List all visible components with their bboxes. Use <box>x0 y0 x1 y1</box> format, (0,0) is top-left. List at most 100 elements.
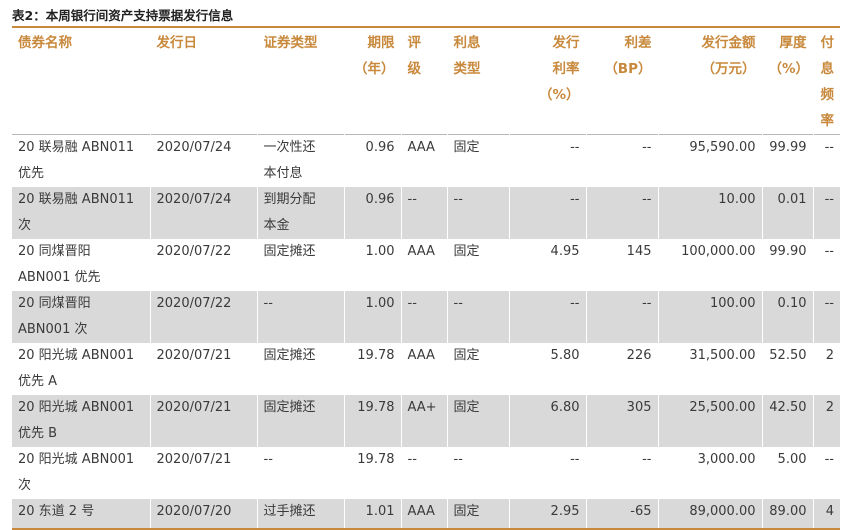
name-line: 优先 B <box>18 426 58 441</box>
cell-thickness: 0.01 <box>762 187 814 239</box>
cell-date: 2020/07/20 <box>150 499 258 530</box>
cell-term: 0.96 <box>344 187 402 239</box>
cell-rating: AAA <box>401 239 448 291</box>
cell-term: 19.78 <box>344 343 402 395</box>
header-line: （%） <box>538 87 580 103</box>
header-line: 级 <box>407 61 422 77</box>
header-row: 债券名称 发行日 证券类型 期限 （年） 评 级 利息 类型 发行 利率 （%）… <box>12 29 840 135</box>
header-line: 评 <box>407 35 422 51</box>
cell-interest-type: 固定 <box>447 239 510 291</box>
name-line: 次 <box>18 218 32 233</box>
header-line: 频率 <box>820 87 835 129</box>
cell-rating: AAA <box>401 134 448 187</box>
cell-security-type: 过手摊还 <box>257 499 345 530</box>
col-header-security-type: 证券类型 <box>257 29 345 135</box>
cell-term: 19.78 <box>344 447 402 499</box>
col-header-rating: 评 级 <box>401 29 448 135</box>
cell-amount: 95,590.00 <box>658 134 763 187</box>
type-line: 过手摊还 <box>263 504 316 519</box>
col-header-spread: 利差 （BP） <box>586 29 659 135</box>
header-line: 发行 <box>552 35 580 51</box>
cell-security-type: -- <box>257 447 345 499</box>
name-line: 优先 A <box>18 374 58 389</box>
cell-name: 20 东道 2 号 <box>12 499 151 530</box>
col-header-rate: 发行 利率 （%） <box>509 29 587 135</box>
name-line: 次 <box>18 478 32 493</box>
cell-interest-type: 固定 <box>447 343 510 395</box>
cell-security-type: 固定摊还 <box>257 343 345 395</box>
cell-thickness: 99.99 <box>762 134 814 187</box>
cell-date: 2020/07/22 <box>150 239 258 291</box>
cell-interest-type: 固定 <box>447 134 510 187</box>
cell-term: 19.78 <box>344 395 402 447</box>
cell-amount: 10.00 <box>658 187 763 239</box>
cell-term: 1.00 <box>344 291 402 343</box>
header-line: 证券类型 <box>263 35 318 51</box>
header-line: （万元） <box>701 61 756 77</box>
type-line: -- <box>263 452 273 467</box>
cell-spread: 145 <box>586 239 659 291</box>
cell-rate: -- <box>509 187 587 239</box>
cell-frequency: -- <box>824 452 834 467</box>
name-line: 20 联易融 ABN011 <box>18 140 135 155</box>
cell-interest-type: -- <box>447 447 510 499</box>
cell-amount: 3,000.00 <box>658 447 763 499</box>
cell-rate: 6.80 <box>509 395 587 447</box>
cell-security-type: 固定摊还 <box>257 395 345 447</box>
cell-spread: -- <box>586 447 659 499</box>
table-row: 20 阳光城 ABN001 次 2020/07/21 -- 19.78 -- --… <box>12 447 840 499</box>
cell-date: 2020/07/21 <box>150 447 258 499</box>
cell-date: 2020/07/21 <box>150 395 258 447</box>
title-rule <box>12 26 840 28</box>
cell-rate: 2.95 <box>509 499 587 530</box>
type-line: 固定摊还 <box>263 348 316 363</box>
cell-rating: AA+ <box>401 395 448 447</box>
col-header-thickness: 厚度 （%） <box>762 29 814 135</box>
cell-frequency: -- <box>824 140 834 155</box>
table-row: 20 东道 2 号 2020/07/20 过手摊还 1.01 AAA 固定 2.… <box>12 499 840 530</box>
cell-rate: -- <box>509 291 587 343</box>
cell-rating: AAA <box>401 343 448 395</box>
type-line: -- <box>263 296 273 311</box>
cell-amount: 100.00 <box>658 291 763 343</box>
cell-frequency: -- <box>813 187 840 239</box>
name-line: 20 东道 2 号 <box>18 504 95 519</box>
cell-date: 2020/07/22 <box>150 291 258 343</box>
table-row: 20 阳光城 ABN001 优先 A 2020/07/21 固定摊还 19.78 … <box>12 343 840 395</box>
cell-thickness: 5.00 <box>762 447 814 499</box>
cell-thickness: 0.10 <box>762 291 814 343</box>
cell-amount: 89,000.00 <box>658 499 763 530</box>
cell-thickness: 89.00 <box>762 499 814 530</box>
cell-rating: AAA <box>401 499 448 530</box>
cell-frequency: -- <box>824 244 834 259</box>
header-line: （BP） <box>604 61 652 77</box>
type-line: 固定摊还 <box>263 244 316 259</box>
cell-rating: -- <box>401 291 448 343</box>
cell-term: 1.00 <box>344 239 402 291</box>
name-line: 20 联易融 ABN011 <box>18 192 135 207</box>
cell-thickness: 52.50 <box>762 343 814 395</box>
cell-spread: -- <box>586 134 659 187</box>
table-row: 20 联易融 ABN011 优先 2020/07/24 一次性还 本付息 0.96 … <box>12 134 840 187</box>
cell-date: 2020/07/21 <box>150 343 258 395</box>
header-line: 期限 <box>367 35 395 51</box>
cell-name: 20 同煤晋阳 ABN001 优先 <box>12 239 151 291</box>
header-line: 利率 <box>552 61 580 77</box>
cell-rate: 5.80 <box>509 343 587 395</box>
abn-issuance-table: 债券名称 发行日 证券类型 期限 （年） 评 级 利息 类型 发行 利率 （%）… <box>12 29 840 530</box>
cell-interest-type: -- <box>447 187 510 239</box>
cell-spread: 305 <box>586 395 659 447</box>
cell-spread: 226 <box>586 343 659 395</box>
type-line: 本付息 <box>263 166 303 181</box>
name-line: ABN001 优先 <box>18 270 101 285</box>
cell-rating: -- <box>401 187 448 239</box>
header-line: 利息 <box>453 35 481 51</box>
type-line: 固定摊还 <box>263 400 316 415</box>
cell-amount: 25,500.00 <box>658 395 763 447</box>
cell-spread: -- <box>586 187 659 239</box>
table-row: 20 同煤晋阳 ABN001 次 2020/07/22 -- 1.00 -- --… <box>12 291 840 343</box>
col-header-frequency: 付息 频率 <box>813 29 840 135</box>
header-line: （%） <box>768 61 810 77</box>
header-line: 债券名称 <box>18 35 72 51</box>
cell-security-type: 到期分配 本金 <box>257 187 345 239</box>
